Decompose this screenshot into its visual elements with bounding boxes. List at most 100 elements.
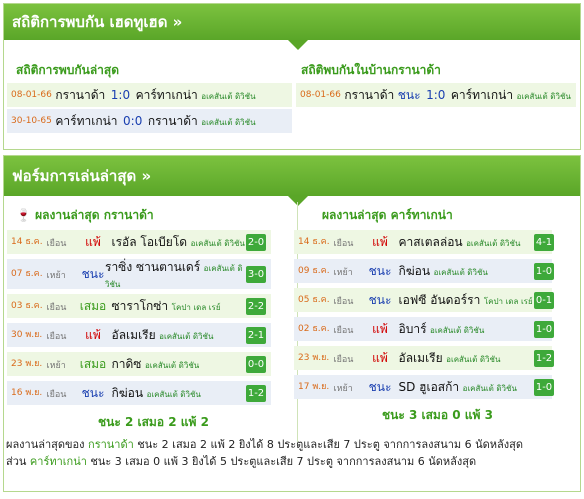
match-date: 23 พ.ย. — [11, 359, 43, 369]
h2h-home-row[interactable]: 08-01-66 กรานาด้า ชนะ 1:0 คาร์ทาเกน่า อเ… — [296, 83, 576, 107]
score-badge: 1-2 — [534, 350, 554, 367]
match-score: 1:0 — [426, 88, 446, 102]
home-away: เหย้า — [333, 268, 353, 278]
match-date: 14 ธ.ค. — [298, 237, 330, 247]
form-row-right[interactable]: 09 ธ.ค. เหย้า ชนะ กิฆ่อน อเคสันเต้ ดิวิช… — [294, 259, 552, 283]
league-name: อเคสันเต้ ดิวิชัน — [433, 268, 488, 277]
opponent[interactable]: กาดิซ — [112, 357, 142, 371]
form-row-left[interactable]: 14 ธ.ค. เยือน แพ้ เรอัล โอเบียโด อเคสันเ… — [7, 230, 271, 254]
away-team[interactable]: คาร์ทาเกน่า — [136, 88, 198, 102]
home-away: เยือน — [333, 326, 354, 336]
league-name: อเคสันเต้ ดิวิชัน — [190, 239, 245, 248]
opponent[interactable]: อัลเมเรีย — [399, 351, 443, 365]
home-team[interactable]: กรานาด้า — [344, 88, 394, 102]
match-result: เสมอ — [79, 299, 107, 313]
score-badge: 0-0 — [246, 356, 266, 373]
match-result: ชนะ — [368, 293, 392, 307]
right-form-summary: ชนะ 3 เสมอ 0 แพ้ 3 — [382, 408, 493, 422]
opponent[interactable]: คาสเตลล่อน — [399, 235, 463, 249]
left-form-title: 🍷 ผลงานล่าสุด กรานาด้า — [16, 206, 154, 225]
match-date: 07 ธ.ค. — [11, 269, 43, 279]
league-name: อเคสันเต้ ดิวิชัน — [462, 384, 517, 393]
match-result: ชนะ — [81, 267, 105, 281]
form-row-left[interactable]: 03 ธ.ค. เยือน เสมอ ซาราโกซ่า โคปา เดล เร… — [7, 294, 271, 318]
match-date: 14 ธ.ค. — [11, 237, 43, 247]
score-badge: 2-0 — [246, 234, 266, 251]
description-line-2: ส่วน คาร์ทาเกน่า ชนะ 3 เสมอ 0 แพ้ 3 ยิงไ… — [6, 453, 580, 470]
match-date: 08-01-66 — [300, 90, 341, 100]
h2h-latest-row[interactable]: 30-10-65 คาร์ทาเกน่า 0:0 กรานาด้า อเคสัน… — [7, 109, 292, 133]
score-badge: 2-2 — [246, 298, 266, 315]
opponent[interactable]: เรอัล โอเบียโด — [112, 235, 188, 249]
match-result: ชนะ — [81, 386, 105, 400]
home-away: เหย้า — [46, 271, 66, 281]
home-away: เยือน — [333, 239, 354, 249]
form-row-right[interactable]: 05 ธ.ค. เยือน ชนะ เอฟซี อันดอร์รา โคปา เ… — [294, 288, 552, 312]
left-form-summary: ชนะ 2 เสมอ 2 แพ้ 2 — [98, 415, 209, 429]
form-description: ผลงานล่าสุดของ กรานาด้า ชนะ 2 เสมอ 2 แพ้… — [6, 436, 580, 470]
home-team[interactable]: คาร์ทาเกน่า — [55, 114, 117, 128]
match-date: 09 ธ.ค. — [298, 266, 330, 276]
h2h-latest-row[interactable]: 08-01-66 กรานาด้า 1:0 คาร์ทาเกน่า อเคสัน… — [7, 83, 292, 107]
league-name: อเคสันเต้ ดิวิชัน — [516, 92, 571, 101]
h2h-section: สถิติการพบกัน เฮดทูเฮด » สถิติการพบกันล่… — [3, 3, 581, 150]
opponent[interactable]: ซาราโกซ่า — [112, 299, 169, 313]
opponent[interactable]: กิฆ่อน — [112, 386, 144, 400]
team-link[interactable]: กรานาด้า — [88, 438, 134, 451]
desc-text: ชนะ 2 เสมอ 2 แพ้ 2 ยิงได้ 8 ประตูและเสีย… — [133, 438, 524, 451]
match-date: 03 ธ.ค. — [11, 301, 43, 311]
league-name: อเคสันเต้ ดิวิชัน — [446, 355, 501, 364]
header-notch — [288, 40, 308, 50]
form-row-right[interactable]: 14 ธ.ค. เยือน แพ้ คาสเตลล่อน อเคสันเต้ ด… — [294, 230, 552, 254]
left-form-title-text: ผลงานล่าสุด กรานาด้า — [35, 208, 154, 222]
league-name: อเคสันเต้ ดิวิชัน — [146, 390, 201, 399]
match-result: ชนะ — [368, 380, 392, 394]
form-row-right[interactable]: 17 พ.ย. เหย้า ชนะ SD ฮูเอสก้า อเคสันเต้ … — [294, 375, 552, 399]
opponent[interactable]: เอฟซี อันดอร์รา — [399, 293, 481, 307]
form-row-left[interactable]: 07 ธ.ค. เหย้า ชนะ ราซิ่ง ซานตานเดร์ อเคส… — [7, 259, 271, 289]
opponent[interactable]: ราซิ่ง ซานตานเดร์ — [105, 260, 200, 274]
form-row-left[interactable]: 23 พ.ย. เหย้า เสมอ กาดิซ อเคสันเต้ ดิวิช… — [7, 352, 271, 376]
form-row-right[interactable]: 23 พ.ย. เยือน แพ้ อัลเมเรีย อเคสันเต้ ดิ… — [294, 346, 552, 370]
right-form-title: ผลงานล่าสุด คาร์ทาเกน่า — [322, 208, 453, 222]
match-date: 30-10-65 — [11, 116, 52, 126]
league-name: อเคสันเต้ ดิวิชัน — [430, 326, 485, 335]
opponent[interactable]: กิฆ่อน — [399, 264, 431, 278]
home-away: เยือน — [46, 303, 67, 313]
team-link[interactable]: คาร์ทาเกน่า — [30, 455, 87, 468]
league-name: อเคสันเต้ ดิวิชัน — [201, 118, 256, 127]
opponent[interactable]: อัลเมเรีย — [112, 328, 156, 342]
desc-text: ผลงานล่าสุดของ — [6, 438, 89, 451]
league-name: อเคสันเต้ ดิวิชัน — [201, 92, 256, 101]
match-result: ชนะ — [397, 88, 421, 102]
match-date: 30 พ.ย. — [11, 330, 43, 340]
form-row-left[interactable]: 30 พ.ย. เยือน แพ้ อัลเมเรีย อเคสันเต้ ดิ… — [7, 323, 271, 347]
h2h-header-title: สถิติการพบกัน เฮดทูเฮด » — [12, 13, 183, 31]
form-header: ฟอร์มการเล่นล่าสุด » — [4, 156, 580, 206]
match-result: แพ้ — [85, 235, 101, 249]
away-team[interactable]: คาร์ทาเกน่า — [451, 88, 513, 102]
score-badge: 1-2 — [246, 385, 266, 402]
score-badge: 1-0 — [534, 379, 554, 396]
home-team[interactable]: กรานาด้า — [55, 88, 105, 102]
form-row-right[interactable]: 02 ธ.ค. เยือน แพ้ อิบาร์ อเคสันเต้ ดิวิช… — [294, 317, 552, 341]
match-date: 05 ธ.ค. — [298, 295, 330, 305]
home-away: เยือน — [46, 390, 67, 400]
home-away: เยือน — [46, 332, 67, 342]
match-result: ชนะ — [368, 264, 392, 278]
score-badge: 4-1 — [534, 234, 554, 251]
form-header-title: ฟอร์มการเล่นล่าสุด » — [12, 167, 152, 185]
home-away: เยือน — [46, 239, 67, 249]
match-score: 0:0 — [123, 114, 143, 128]
match-result: แพ้ — [85, 328, 101, 342]
match-result: แพ้ — [372, 351, 388, 365]
league-name: อเคสันเต้ ดิวิชัน — [466, 239, 521, 248]
away-team[interactable]: กรานาด้า — [148, 114, 198, 128]
match-date: 16 พ.ย. — [11, 388, 43, 398]
score-badge: 3-0 — [246, 266, 266, 283]
h2h-home-title: สถิติพบกันในบ้านกรานาด้า — [301, 63, 441, 77]
opponent[interactable]: อิบาร์ — [399, 322, 427, 336]
match-result: แพ้ — [372, 322, 388, 336]
form-row-left[interactable]: 16 พ.ย. เยือน ชนะ กิฆ่อน อเคสันเต้ ดิวิช… — [7, 381, 271, 405]
opponent[interactable]: SD ฮูเอสก้า — [399, 380, 460, 394]
